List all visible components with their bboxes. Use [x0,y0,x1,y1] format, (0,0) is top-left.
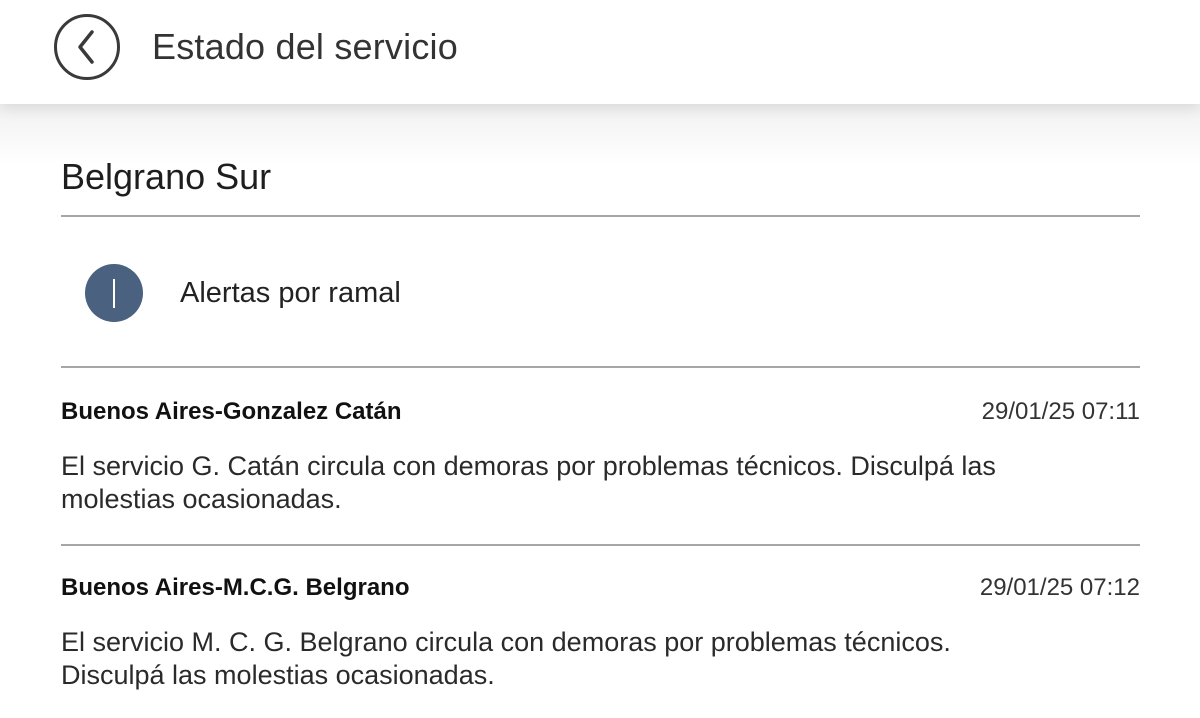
alert-timestamp: 29/01/25 07:12 [979,574,1140,601]
alert-branch: Buenos Aires-Gonzalez Catán [61,398,402,425]
divider [61,366,1140,368]
alert-message: El servicio G. Catán circula con demoras… [61,451,996,514]
line-name: Belgrano Sur [61,156,272,197]
divider [61,215,1140,217]
alerts-section-header: Alertas por ramal [85,264,401,322]
page-title: Estado del servicio [152,26,458,67]
chevron-left-icon [78,30,94,64]
back-button[interactable] [54,14,120,80]
info-icon [85,264,143,322]
alert-branch: Buenos Aires-M.C.G. Belgrano [61,574,410,601]
divider [61,544,1140,546]
alert-timestamp: 29/01/25 07:11 [981,398,1140,425]
alert-message: El servicio M. C. G. Belgrano circula co… [61,627,951,690]
app-bar: Estado del servicio [0,0,1200,104]
service-status-content: Belgrano Sur Alertas por ramal Buenos Ai… [0,104,1200,718]
alerts-section-label: Alertas por ramal [180,277,401,309]
